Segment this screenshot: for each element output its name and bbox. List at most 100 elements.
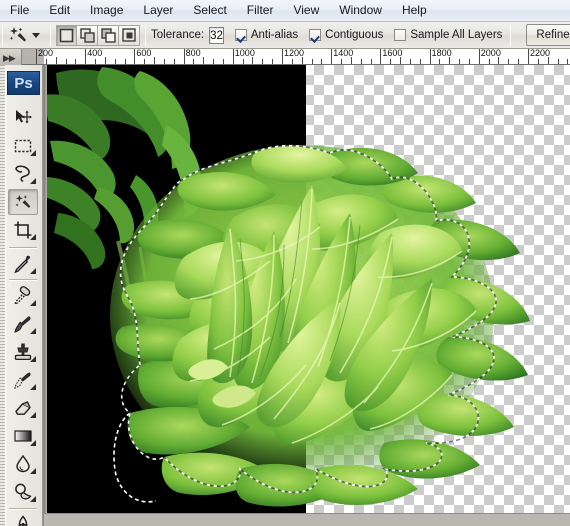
menu-view[interactable]: View <box>284 1 328 20</box>
tool-flyout-triangle-icon[interactable] <box>30 268 36 274</box>
ruler-minor-tick <box>341 59 343 64</box>
panel-expand-arrows-icon[interactable]: ▶▶ <box>3 53 16 64</box>
ruler-minor-tick <box>390 59 392 64</box>
healing-brush-tool[interactable] <box>8 283 38 309</box>
tool-flyout-triangle-icon[interactable] <box>30 150 36 156</box>
canvas-left-edge <box>44 65 47 513</box>
ruler-minor-tick <box>213 59 215 64</box>
ruler-minor-tick <box>419 59 421 64</box>
add-to-selection-button[interactable] <box>77 24 98 46</box>
anti-alias-checkbox[interactable] <box>234 29 247 41</box>
menu-filter[interactable]: Filter <box>238 1 283 20</box>
ruler-minor-tick <box>163 59 165 64</box>
ruler-minor-tick <box>508 59 510 64</box>
toolbox-divider-2 <box>9 279 37 281</box>
new-selection-button[interactable] <box>56 24 77 46</box>
ruler-minor-tick <box>252 57 254 64</box>
tolerance-input[interactable]: 32 <box>209 26 224 44</box>
tool-flyout-triangle-icon[interactable] <box>30 440 36 446</box>
ruler-minor-tick <box>400 57 402 64</box>
contiguous-label: Contiguous <box>325 29 384 41</box>
ruler-minor-tick <box>45 59 47 64</box>
contiguous-checkbox-row[interactable]: Contiguous <box>309 29 383 41</box>
menu-select[interactable]: Select <box>184 1 235 20</box>
ruler-major-tick <box>36 49 37 64</box>
tolerance-label: Tolerance: <box>151 29 205 41</box>
ruler-minor-tick <box>547 57 549 64</box>
gradient-tool[interactable] <box>8 423 38 449</box>
ruler-minor-tick <box>468 59 470 64</box>
ruler-major-tick <box>331 49 333 64</box>
ruler-minor-tick <box>291 59 293 64</box>
move-tool[interactable] <box>8 105 38 131</box>
ruler-minor-tick <box>449 57 451 64</box>
ruler-minor-tick <box>350 57 352 64</box>
active-tool-preview[interactable] <box>3 23 45 48</box>
toolbox-divider-1 <box>9 247 37 249</box>
menu-layer[interactable]: Layer <box>134 1 182 20</box>
document-canvas[interactable] <box>44 65 570 526</box>
tool-flyout-triangle-icon[interactable] <box>30 412 36 418</box>
magic-wand-tool[interactable] <box>8 189 38 215</box>
menu-file[interactable]: File <box>1 1 38 20</box>
ruler-minor-tick <box>272 59 274 64</box>
toolbox-panel: Ps <box>0 65 44 526</box>
dodge-tool[interactable] <box>8 479 38 505</box>
history-brush-tool[interactable] <box>8 367 38 393</box>
tool-preset-chevron-down-icon[interactable] <box>32 32 40 38</box>
tool-flyout-triangle-icon[interactable] <box>30 496 36 502</box>
anti-alias-checkbox-row[interactable]: Anti-alias <box>234 29 298 41</box>
menu-help[interactable]: Help <box>393 1 436 20</box>
eraser-tool[interactable] <box>8 395 38 421</box>
blur-tool[interactable] <box>8 451 38 477</box>
menu-edit[interactable]: Edit <box>40 1 79 20</box>
sample-all-layers-checkbox[interactable] <box>394 29 407 41</box>
magic-wand-icon <box>7 24 29 46</box>
ruler-minor-tick <box>193 59 195 64</box>
menu-image[interactable]: Image <box>81 1 132 20</box>
ruler-minor-tick <box>321 59 323 64</box>
ruler-minor-tick <box>55 57 57 64</box>
options-bar-grip[interactable] <box>2 24 3 46</box>
ruler-minor-tick <box>518 59 520 64</box>
ruler-minor-tick <box>498 57 500 64</box>
pen-tool[interactable] <box>8 512 38 526</box>
tool-flyout-triangle-icon[interactable] <box>30 300 36 306</box>
brush-tool[interactable] <box>8 311 38 337</box>
ruler-minor-tick <box>154 57 156 64</box>
contiguous-checkbox[interactable] <box>309 29 322 41</box>
lasso-tool[interactable] <box>8 161 38 187</box>
tool-flyout-triangle-icon[interactable] <box>30 328 36 334</box>
ruler-minor-tick <box>537 59 539 64</box>
crop-tool[interactable] <box>8 217 38 243</box>
ruler-minor-tick <box>459 59 461 64</box>
selection-mode-group <box>56 24 140 46</box>
subtract-from-selection-button[interactable] <box>98 24 119 46</box>
ruler-tick-label: 800 <box>185 49 201 58</box>
horizontal-ruler[interactable]: 200 400 600 800 1000 1200 1400 1600 1800 2000 2200 <box>0 49 570 65</box>
sample-all-layers-checkbox-row[interactable]: Sample All Layers <box>394 29 502 41</box>
clone-stamp-tool[interactable] <box>8 339 38 365</box>
options-divider-1 <box>50 24 51 46</box>
ruler-minor-tick <box>557 59 559 64</box>
tool-flyout-triangle-icon[interactable] <box>30 384 36 390</box>
document-bottom-bar <box>44 513 570 526</box>
toolbox-drag-grip[interactable] <box>0 65 5 526</box>
tool-flyout-triangle-icon[interactable] <box>30 468 36 474</box>
tool-flyout-triangle-icon[interactable] <box>30 178 36 184</box>
refine-edge-button[interactable]: Refine Edge... <box>526 24 570 46</box>
ruler-major-tick <box>85 49 87 64</box>
tool-flyout-triangle-icon[interactable] <box>30 356 36 362</box>
tool-options-bar: Tolerance: 32 Anti-alias Contiguous Samp… <box>0 22 570 49</box>
tool-flyout-triangle-icon[interactable] <box>30 234 36 240</box>
ruler-minor-tick <box>439 59 441 64</box>
menu-window[interactable]: Window <box>330 1 391 20</box>
eyedropper-tool[interactable] <box>8 251 38 277</box>
ruler-major-tick <box>183 49 185 64</box>
ruler-minor-tick <box>360 59 362 64</box>
ruler-minor-tick <box>488 59 490 64</box>
intersect-selection-button[interactable] <box>119 24 140 46</box>
rectangular-marquee-tool[interactable] <box>8 133 38 159</box>
ruler-minor-tick <box>262 59 264 64</box>
ruler-minor-tick <box>370 59 372 64</box>
